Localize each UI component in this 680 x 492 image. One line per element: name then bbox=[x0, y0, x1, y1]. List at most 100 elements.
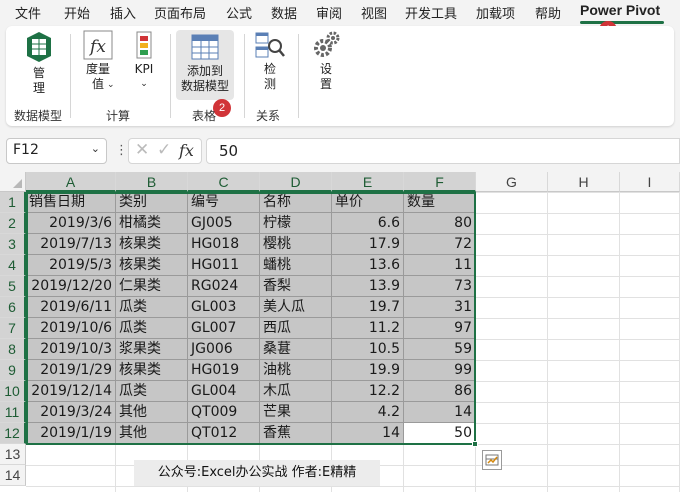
table-cell[interactable]: 柠檬 bbox=[260, 213, 332, 234]
table-cell[interactable]: 仁果类 bbox=[116, 276, 188, 297]
row-header-6[interactable]: 6 bbox=[0, 297, 26, 318]
name-box[interactable]: F12 ⌄ bbox=[6, 138, 107, 164]
table-cell[interactable]: HG018 bbox=[188, 234, 260, 255]
table-cell[interactable]: 2019/10/6 bbox=[26, 318, 116, 339]
table-cell[interactable]: 2019/1/19 bbox=[26, 423, 116, 444]
chevron-down-icon[interactable]: ⌄ bbox=[91, 142, 100, 155]
table-cell[interactable]: 油桃 bbox=[260, 360, 332, 381]
row-header-4[interactable]: 4 bbox=[0, 255, 26, 276]
row-header-9[interactable]: 9 bbox=[0, 360, 26, 381]
table-cell[interactable]: GL003 bbox=[188, 297, 260, 318]
table-cell[interactable]: HG019 bbox=[188, 360, 260, 381]
tab-formulas[interactable]: 公式 bbox=[226, 3, 252, 22]
table-cell[interactable]: 2019/5/3 bbox=[26, 255, 116, 276]
table-cell[interactable]: 72 bbox=[404, 234, 476, 255]
select-all-corner[interactable] bbox=[0, 172, 26, 192]
table-cell[interactable]: 蟠桃 bbox=[260, 255, 332, 276]
table-cell[interactable]: 11.2 bbox=[332, 318, 404, 339]
row-header-12[interactable]: 12 bbox=[0, 423, 26, 444]
table-cell[interactable]: 西瓜 bbox=[260, 318, 332, 339]
table-cell[interactable]: 14 bbox=[404, 402, 476, 423]
table-cell[interactable]: 14 bbox=[332, 423, 404, 444]
table-cell[interactable]: 香蕉 bbox=[260, 423, 332, 444]
tab-addins[interactable]: 加载项 bbox=[476, 3, 515, 22]
tab-power-pivot[interactable]: Power Pivot bbox=[580, 2, 660, 18]
row-header-14[interactable]: 14 bbox=[0, 465, 26, 486]
settings-button[interactable]: 设 置 bbox=[306, 30, 346, 92]
add-to-data-model-button[interactable]: 添加到 数据模型 bbox=[176, 30, 234, 100]
table-cell[interactable]: 86 bbox=[404, 381, 476, 402]
table-cell[interactable]: GL007 bbox=[188, 318, 260, 339]
table-cell[interactable]: GJ005 bbox=[188, 213, 260, 234]
more-options-icon[interactable]: ⋮ bbox=[115, 143, 128, 158]
table-cell[interactable]: 10.5 bbox=[332, 339, 404, 360]
row-header-3[interactable]: 3 bbox=[0, 234, 26, 255]
row-header-1[interactable]: 1 bbox=[0, 192, 26, 213]
formula-input[interactable]: 50 bbox=[206, 138, 680, 164]
table-cell[interactable]: 2019/12/14 bbox=[26, 381, 116, 402]
table-cell[interactable]: GL004 bbox=[188, 381, 260, 402]
column-header-a[interactable]: A bbox=[26, 172, 116, 192]
tab-developer[interactable]: 开发工具 bbox=[405, 3, 457, 22]
header-cell[interactable]: 名称 bbox=[260, 192, 332, 213]
header-cell[interactable]: 销售日期 bbox=[26, 192, 116, 213]
table-cell[interactable]: 瓜类 bbox=[116, 297, 188, 318]
column-header-g[interactable]: G bbox=[476, 172, 548, 192]
column-header-b[interactable]: B bbox=[116, 172, 188, 192]
table-cell[interactable]: 其他 bbox=[116, 402, 188, 423]
tab-view[interactable]: 视图 bbox=[361, 3, 387, 22]
tab-file[interactable]: 文件 bbox=[15, 3, 41, 22]
table-cell[interactable]: 13.9 bbox=[332, 276, 404, 297]
column-header-c[interactable]: C bbox=[188, 172, 260, 192]
table-cell[interactable]: 19.7 bbox=[332, 297, 404, 318]
row-header-11[interactable]: 11 bbox=[0, 402, 26, 423]
kpi-button[interactable]: KPI ⌄ bbox=[124, 30, 164, 92]
header-cell[interactable]: 类别 bbox=[116, 192, 188, 213]
table-cell[interactable]: 核果类 bbox=[116, 255, 188, 276]
table-cell[interactable]: 80 bbox=[404, 213, 476, 234]
table-cell[interactable]: 木瓜 bbox=[260, 381, 332, 402]
insert-function-icon[interactable]: fx bbox=[179, 141, 194, 160]
table-cell[interactable]: 2019/6/11 bbox=[26, 297, 116, 318]
table-cell[interactable]: 核果类 bbox=[116, 360, 188, 381]
column-header-h[interactable]: H bbox=[548, 172, 620, 192]
table-cell[interactable]: JG006 bbox=[188, 339, 260, 360]
table-cell[interactable]: 13.6 bbox=[332, 255, 404, 276]
column-header-i[interactable]: I bbox=[620, 172, 680, 192]
table-cell[interactable]: 核果类 bbox=[116, 234, 188, 255]
table-cell[interactable]: 17.9 bbox=[332, 234, 404, 255]
table-cell[interactable]: 4.2 bbox=[332, 402, 404, 423]
table-cell[interactable]: 瓜类 bbox=[116, 381, 188, 402]
row-header-5[interactable]: 5 bbox=[0, 276, 26, 297]
row-header-10[interactable]: 10 bbox=[0, 381, 26, 402]
table-cell[interactable]: 2019/1/29 bbox=[26, 360, 116, 381]
cancel-icon[interactable]: ✕ bbox=[135, 140, 149, 160]
table-cell[interactable]: 香梨 bbox=[260, 276, 332, 297]
table-cell[interactable]: 19.9 bbox=[332, 360, 404, 381]
tab-data[interactable]: 数据 bbox=[271, 3, 297, 22]
row-header-7[interactable]: 7 bbox=[0, 318, 26, 339]
table-cell[interactable]: HG011 bbox=[188, 255, 260, 276]
spreadsheet-grid[interactable]: A B C D E F G H I 1 2 3 4 5 6 7 8 9 10 11 12 13 14 销售日期 类别 编号 名称 单价… bbox=[0, 172, 680, 492]
tab-home[interactable]: 开始 bbox=[64, 3, 90, 22]
table-cell[interactable]: 11 bbox=[404, 255, 476, 276]
header-cell[interactable]: 单价 bbox=[332, 192, 404, 213]
active-cell[interactable]: 50 bbox=[404, 423, 476, 444]
table-cell[interactable]: 2019/3/24 bbox=[26, 402, 116, 423]
table-cell[interactable]: 2019/3/6 bbox=[26, 213, 116, 234]
table-cell[interactable]: 6.6 bbox=[332, 213, 404, 234]
header-cell[interactable]: 编号 bbox=[188, 192, 260, 213]
table-cell[interactable]: 芒果 bbox=[260, 402, 332, 423]
manage-button[interactable]: 管 理 bbox=[18, 30, 60, 96]
table-cell[interactable]: 2019/7/13 bbox=[26, 234, 116, 255]
tab-page-layout[interactable]: 页面布局 bbox=[154, 3, 206, 22]
table-cell[interactable]: 美人瓜 bbox=[260, 297, 332, 318]
column-header-e[interactable]: E bbox=[332, 172, 404, 192]
table-cell[interactable]: 59 bbox=[404, 339, 476, 360]
detect-button[interactable]: 检 测 bbox=[250, 30, 290, 92]
enter-icon[interactable]: ✓ bbox=[157, 140, 171, 160]
table-cell[interactable]: 其他 bbox=[116, 423, 188, 444]
table-cell[interactable]: 2019/10/3 bbox=[26, 339, 116, 360]
table-cell[interactable]: 樱桃 bbox=[260, 234, 332, 255]
quick-analysis-icon[interactable] bbox=[482, 450, 502, 470]
